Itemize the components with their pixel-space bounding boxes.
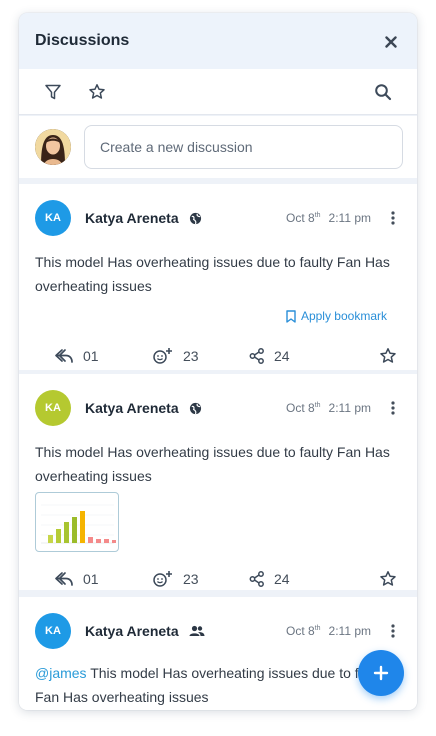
user-mention[interactable]: @james [35, 665, 87, 681]
panel-title: Discussions [35, 32, 130, 49]
new-discussion-input[interactable] [84, 125, 403, 169]
more-options-button[interactable] [385, 398, 401, 418]
globe-icon [189, 401, 203, 415]
bookmark-icon [286, 309, 296, 323]
share-icon [249, 348, 264, 364]
more-vertical-icon [391, 211, 395, 225]
add-reaction-icon [153, 348, 172, 364]
apply-bookmark-link[interactable]: Apply bookmark [286, 309, 387, 323]
star-post-button[interactable] [379, 347, 397, 365]
more-options-button[interactable] [385, 208, 401, 228]
author-name[interactable]: Katya Areneta [85, 210, 179, 226]
more-options-button[interactable] [385, 621, 401, 641]
reply-button[interactable]: 01 [54, 570, 134, 588]
share-count: 24 [274, 571, 290, 587]
discussion-card: KA Katya Areneta Oct 8th 2:11 pm This mo… [19, 374, 417, 590]
add-reaction-button[interactable]: 23 [152, 347, 232, 365]
author-avatar[interactable]: KA [35, 613, 71, 649]
post-actions: 01 23 24 [35, 345, 401, 367]
reaction-count: 23 [183, 348, 199, 364]
reply-count: 01 [83, 348, 99, 364]
author-avatar[interactable]: KA [35, 390, 71, 426]
toolbar [19, 69, 417, 115]
post-time: 2:11 pm [328, 401, 371, 415]
star-post-button[interactable] [379, 570, 397, 588]
add-reaction-icon [153, 571, 172, 587]
search-icon [375, 83, 392, 100]
post-text: This model Has overheating issues due to… [35, 254, 390, 294]
chart-thumbnail-image [41, 504, 116, 544]
card-header: KA Katya Areneta Oct 8th 2:11 pm [35, 390, 401, 426]
author-name[interactable]: Katya Areneta [85, 623, 179, 639]
star-icon [89, 83, 105, 99]
post-time: 2:11 pm [328, 624, 371, 638]
post-date: Oct 8th [286, 624, 321, 638]
author-name[interactable]: Katya Areneta [85, 400, 179, 416]
post-text: This model Has overheating issues due to… [35, 444, 390, 484]
star-icon [380, 571, 396, 586]
reply-icon [55, 572, 73, 586]
reply-count: 01 [83, 571, 99, 587]
discussions-panel: Discussions Create a new discussion KA K… [19, 13, 417, 710]
search-button[interactable] [373, 82, 393, 102]
group-icon [189, 624, 205, 638]
post-date: Oct 8th [286, 211, 321, 225]
reaction-count: 23 [183, 571, 199, 587]
card-header: KA Katya Areneta Oct 8th 2:11 pm [35, 613, 401, 649]
panel-header: Discussions [19, 13, 417, 69]
more-vertical-icon [391, 401, 395, 415]
add-reaction-button[interactable]: 23 [152, 570, 232, 588]
card-header: KA Katya Areneta Oct 8th 2:11 pm [35, 200, 401, 236]
star-icon [380, 348, 396, 363]
discussion-card: KA Katya Areneta Oct 8th 2:11 pm @james … [19, 597, 417, 710]
close-button[interactable] [381, 32, 401, 52]
post-date: Oct 8th [286, 401, 321, 415]
post-time: 2:11 pm [328, 211, 371, 225]
share-icon [249, 571, 264, 587]
share-count: 24 [274, 348, 290, 364]
discussion-card: KA Katya Areneta Oct 8th 2:11 pm This mo… [19, 184, 417, 370]
close-icon [385, 36, 397, 48]
more-vertical-icon [391, 624, 395, 638]
attachment-thumbnail[interactable] [35, 492, 119, 552]
plus-icon [373, 665, 389, 681]
share-button[interactable]: 24 [249, 571, 329, 587]
share-button[interactable]: 24 [249, 348, 329, 364]
reply-icon [55, 349, 73, 363]
post-actions: 01 23 24 [35, 568, 401, 590]
new-discussion-fab[interactable] [358, 650, 404, 696]
current-user-avatar [35, 129, 71, 165]
reply-button[interactable]: 01 [54, 347, 134, 365]
post-text: @james This model Has overheating issues… [35, 665, 389, 705]
filter-button[interactable] [43, 82, 63, 102]
filter-icon [45, 84, 61, 99]
favorites-button[interactable] [87, 82, 107, 102]
author-avatar[interactable]: KA [35, 200, 71, 236]
globe-icon [189, 211, 203, 225]
new-discussion-composer [19, 116, 417, 178]
